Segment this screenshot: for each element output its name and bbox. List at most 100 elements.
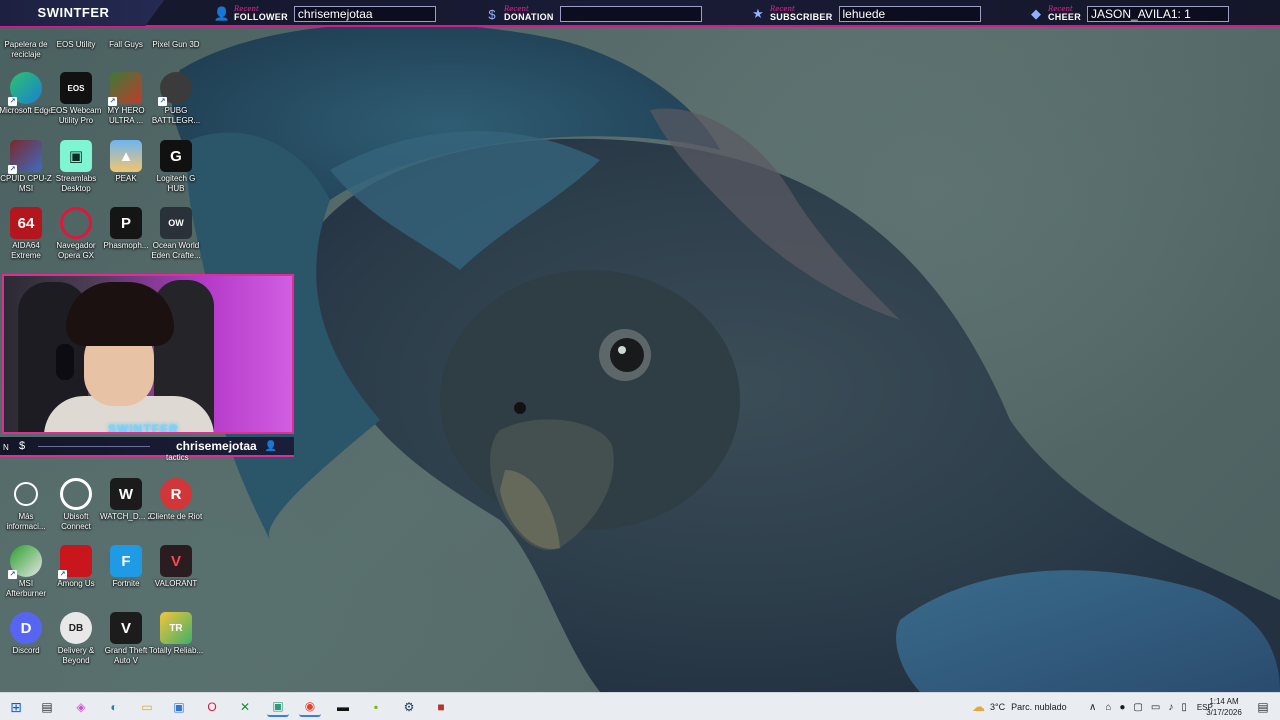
webcam-frame: SWINTFER [2,274,294,434]
desktop-icon-gta-v[interactable]: V Grand Theft Auto V [100,612,152,666]
clock-date: 3/17/2026 [1206,708,1242,717]
desktop-icon-streamlabs[interactable]: ▣ Streamlabs Desktop [50,140,102,194]
desktop-icon-opera-gx[interactable]: Navegador Opera GX [50,207,102,261]
usb-icon[interactable]: ⌂ [1105,702,1111,713]
microphone-icon[interactable]: ● [1119,702,1125,713]
desktop-icon-ocean-world[interactable]: OW Ocean World Eden Crafte... [150,207,202,261]
desktop-icon-among-us[interactable]: ↗ Among Us [50,545,102,589]
streamlabs-icon: ▣ [60,140,92,172]
windows-start-icon[interactable]: ⊞ [5,697,27,717]
network-icon[interactable]: ▭ [1151,702,1160,713]
desktop-icon-fortnite[interactable]: F Fortnite [100,545,152,589]
desktop-icon-watch-dogs[interactable]: W WATCH_D... 2 [100,478,152,522]
terminal-icon[interactable]: ▬ [332,697,354,717]
desktop-icon-delivery-beyond[interactable]: DB Delivery & Beyond [50,612,102,666]
riot-client-icon: R [160,478,192,510]
chrome-icon[interactable]: ◉ [299,697,321,717]
partial-icon-label-n: N [3,443,9,452]
clock[interactable]: 1:14 AM 3/17/2026 [1200,696,1248,718]
subscriber-value: lehuede [838,6,981,22]
desktop-icon-valorant[interactable]: V VALORANT [150,545,202,589]
ocean-world-icon: OW [160,207,192,239]
xbox-icon[interactable]: ✕ [234,697,256,717]
discord-icon: D [10,612,42,644]
partial-icon-label-tactics: tactics [166,453,189,462]
desktop-icon-more-info[interactable]: Más informaci... [0,478,52,532]
desktop-icon-phasmophobia[interactable]: P Phasmoph... [100,207,152,251]
desktop-icon-edge[interactable]: ↗ Microsoft Edge [0,72,53,116]
stream-overlay-bar: SWINTFER 👤 Recent FOLLOWER chrisemejotaa… [0,0,1280,27]
webcam-caption-bar: $ chrisemejotaa 👤 [0,437,294,457]
desktop-icon-discord[interactable]: D Discord [0,612,52,656]
more-info-icon [14,482,38,506]
recent-donation-widget: $ Recent DONATION [484,3,702,25]
opera-gx-icon[interactable]: O [201,697,223,717]
user-icon: 👤 [213,6,231,21]
taskbar: ⊞ ▤ ◈ ◐ ▭ ▣ O ✕ ▣ ◉ ▬ ▪ ⚙ ■ ☁ 3°C Parc. … [0,692,1280,720]
streamlabs-icon[interactable]: ▣ [267,697,289,717]
totally-reliable-icon: TR [160,612,192,644]
among-us-icon: ↗ [58,545,92,579]
phasmophobia-icon: P [110,207,142,239]
clock-time: 1:14 AM [1209,697,1239,706]
cheer-title: CHEER [1048,12,1082,22]
aida64-icon: 64 [10,207,42,239]
task-view-icon[interactable]: ▤ [36,697,58,717]
eos-icon[interactable]: ■ [430,697,452,717]
desktop-icon-pixel-gun[interactable]: Pixel Gun 3D [150,28,202,50]
weather-widget[interactable]: ☁ 3°C Parc. nublado [972,693,1067,720]
edge-icon[interactable]: ◐ [103,697,125,717]
ubisoft-icon [60,478,92,510]
nvidia-icon[interactable]: ▪ [365,697,387,717]
desktop-icon-recycle-bin[interactable]: Papelera de reciclaje [0,28,52,60]
dollar-icon: $ [488,6,496,22]
display-icon[interactable]: ▢ [1133,702,1142,713]
desktop-icon-pubg[interactable]: ↗ PUBG BATTLEGR... [150,72,202,126]
desktop-icon-logitech[interactable]: G Logitech G HUB [150,140,202,194]
desktop-icon-fall-guys[interactable]: Fall Guys [100,28,152,50]
gta-v-icon: V [110,612,142,644]
recent-cheer-widget: ◆ Recent CHEER JASON_AVILA1: 1 [1028,3,1230,25]
battery-icon[interactable]: ▯ [1181,702,1187,713]
my-hero-icon: ↗ [108,72,142,106]
recent-subscriber-widget: ★ Recent SUBSCRIBER lehuede [750,3,981,25]
file-explorer-icon[interactable]: ▭ [136,697,158,717]
msi-afterburner-icon: ↗ [8,545,42,579]
valorant-icon: V [160,545,192,577]
opera-gx-icon [60,207,92,239]
caption-divider [38,445,150,447]
overlay-brand: SWINTFER [0,0,165,26]
edge-icon: ↗ [8,72,42,106]
cloudy-sun-icon: ☁ [972,699,985,714]
volume-icon[interactable]: ♪ [1168,702,1173,713]
steam-icon[interactable]: ⚙ [398,697,420,717]
desktop-icon-msi-afterburner[interactable]: ↗ MSI Afterburner [0,545,52,599]
logitech-icon: G [160,140,192,172]
desktop-icon-aida64[interactable]: 64 AIDA64 Extreme [0,207,52,261]
subscriber-title: SUBSCRIBER [770,12,833,22]
chevron-up-icon[interactable]: ∧ [1089,702,1096,713]
recycle-bin-icon [10,28,42,38]
peak-icon: ▲ [110,140,142,172]
user-plus-icon: 👤 [264,440,278,452]
desktop-icon-my-hero[interactable]: ↗ MY HERO ULTRA ... [100,72,152,126]
weather-text: Parc. nublado [1011,702,1067,712]
donation-value [559,6,702,22]
pixel-gun-icon [160,28,192,38]
watch-dogs-icon: W [110,478,142,510]
eos-utility-icon [60,28,92,38]
recent-follower-widget: 👤 Recent FOLLOWER chrisemejotaa [214,3,436,25]
desktop-icon-eos-utility[interactable]: EOS Utility [50,28,102,50]
diamond-icon: ◆ [1031,6,1041,21]
notification-icon[interactable]: ▤ [1252,697,1274,717]
desktop-icon-cpuz[interactable]: ↗ CPUID CPU-Z MSI [0,140,52,194]
desktop-icon-peak[interactable]: ▲ PEAK [100,140,152,184]
desktop-icon-totally-reliable[interactable]: TR Totally Reliab... [149,612,203,656]
star-icon: ★ [752,6,764,21]
copilot-icon[interactable]: ◈ [70,697,92,717]
desktop-icon-ubisoft[interactable]: Ubisoft Connect [50,478,102,532]
store-icon[interactable]: ▣ [168,697,190,717]
desktop-icon-eos-webcam[interactable]: EOS EOS Webcam Utility Pro [50,72,102,126]
fall-guys-icon [110,28,142,38]
desktop-icon-riot-client[interactable]: R Cliente de Riot [150,478,202,522]
